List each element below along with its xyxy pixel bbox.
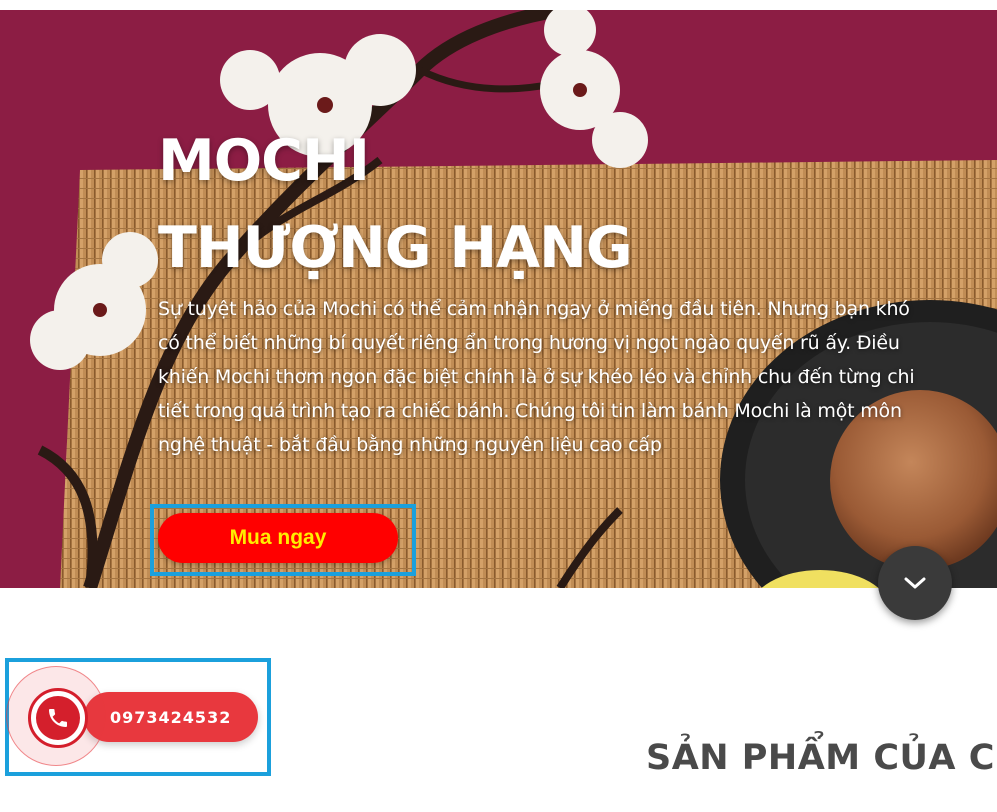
chevron-down-icon: [904, 577, 926, 589]
hero-title-line-1: MOCHI: [158, 128, 370, 194]
page: MOCHI THƯỢNG HẠNG Sự tuyệt hảo của Mochi…: [0, 0, 997, 812]
hotline-number-button[interactable]: 0973424532: [84, 692, 258, 742]
hotline-icon-wrap: [36, 696, 80, 740]
hero-title-line-2: THƯỢNG HẠNG: [158, 215, 633, 281]
scroll-down-button[interactable]: [878, 546, 952, 620]
hotline-number: 0973424532: [110, 707, 232, 727]
phone-icon: [49, 709, 67, 727]
hero-title: MOCHI THƯỢNG HẠNG: [158, 118, 633, 292]
hotline-call-button[interactable]: [28, 688, 88, 748]
hero-banner: MOCHI THƯỢNG HẠNG Sự tuyệt hảo của Mochi…: [0, 10, 997, 588]
hero-description: Sự tuyệt hảo của Mochi có thể cảm nhận n…: [158, 298, 915, 456]
buy-now-button[interactable]: Mua ngay: [158, 513, 398, 563]
products-section-heading: SẢN PHẨM CỦA CH: [646, 738, 997, 778]
